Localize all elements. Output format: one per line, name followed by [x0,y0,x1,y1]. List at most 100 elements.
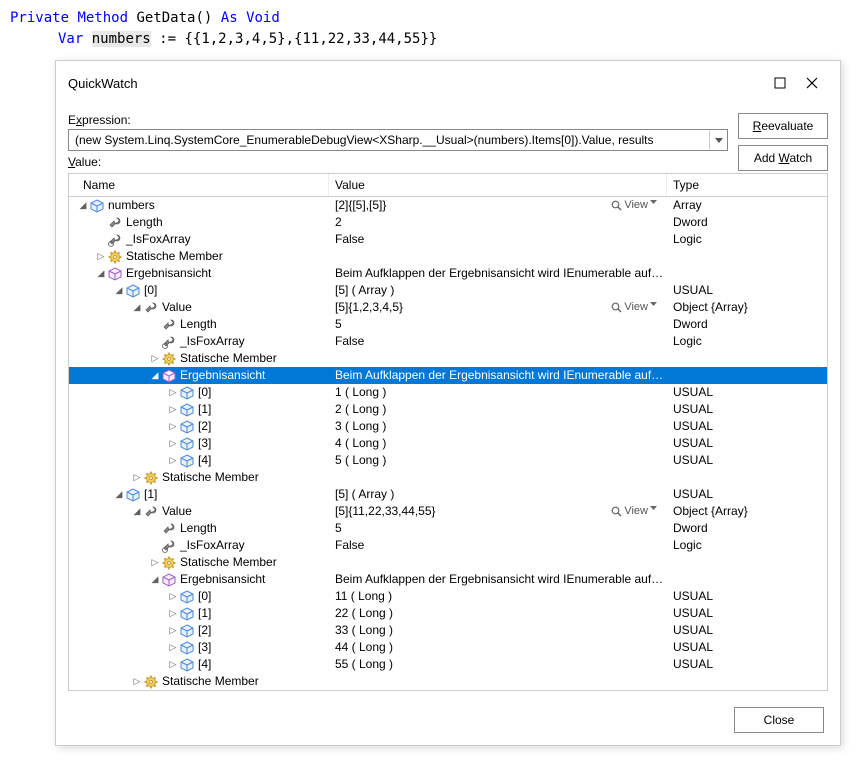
expander[interactable]: ▷ [167,591,179,603]
tree-row[interactable]: ◢Value[5]{1,2,3,4,5}View Object {Array} [69,299,827,316]
maximize-button[interactable] [764,69,796,97]
expander[interactable]: ▷ [131,676,143,688]
row-value: 1 ( Long ) [335,384,667,401]
column-type[interactable]: Type [667,174,827,196]
row-value: Beim Aufklappen der Ergebnisansicht wird… [335,367,667,384]
tree-row[interactable]: ▷ Statische Member [69,673,827,690]
tree-row[interactable]: ▷[2]33 ( Long )USUAL [69,622,827,639]
tree-row[interactable]: ◢ErgebnisansichtBeim Aufklappen der Erge… [69,367,827,384]
view-dropdown[interactable]: View [611,503,661,520]
row-type: Dword [667,316,827,333]
row-name: _IsFoxArray [180,537,245,554]
tree-row[interactable]: ▷[1]2 ( Long )USUAL [69,401,827,418]
tree-row[interactable]: ▷Length5Dword [69,316,827,333]
expression-input[interactable] [69,130,709,150]
expander[interactable]: ◢ [113,285,125,297]
cube-b-icon [179,606,195,622]
variable-name: numbers [92,31,151,47]
expression-combobox[interactable] [68,129,728,151]
tree-row[interactable]: ▷Length5Dword [69,520,827,537]
row-name: Length [180,520,217,537]
cube-p-icon [161,368,177,384]
row-name: [3] [198,639,211,656]
row-value: [5]{1,2,3,4,5} [335,299,611,316]
expander[interactable]: ◢ [149,574,161,586]
tree-row[interactable]: ▷[0]1 ( Long )USUAL [69,384,827,401]
tree-row[interactable]: ▷[4]55 ( Long )USUAL [69,656,827,673]
grid-header: Name Value Type [69,174,827,197]
expander[interactable]: ▷ [149,353,161,365]
tree-row[interactable]: ▷[0]11 ( Long )USUAL [69,588,827,605]
expander[interactable]: ▷ [167,387,179,399]
row-value: [2]{[5],[5]} [335,197,611,214]
expander[interactable]: ◢ [77,200,89,212]
gear-icon [143,470,159,486]
expander[interactable]: ◢ [131,302,143,314]
row-type: USUAL [667,401,827,418]
row-type: Dword [667,214,827,231]
tree-row[interactable]: ◢ErgebnisansichtBeim Aufklappen der Erge… [69,571,827,588]
row-type: USUAL [667,588,827,605]
view-dropdown[interactable]: View [611,197,661,214]
code-rest: := {{1,2,3,4,5},{11,22,33,44,55}} [151,31,438,47]
code-editor: Private Method GetData() As Void Var num… [0,0,861,58]
expander[interactable]: ◢ [131,506,143,518]
tree-row[interactable]: ▷Length2Dword [69,214,827,231]
cube-b-icon [179,402,195,418]
expander[interactable]: ▷ [149,557,161,569]
tree-row[interactable]: ▷Statische Member [69,554,827,571]
expander[interactable]: ◢ [113,489,125,501]
row-type: USUAL [667,452,827,469]
titlebar: QuickWatch [56,61,840,105]
tree-row[interactable]: ▷Statische Member [69,248,827,265]
tree-row[interactable]: ▷_IsFoxArrayFalseLogic [69,231,827,248]
row-value: [5]{11,22,33,44,55} [335,503,611,520]
expander[interactable]: ▷ [167,438,179,450]
tree-row[interactable]: ◢[1][5] ( Array )USUAL [69,486,827,503]
expander[interactable]: ▷ [167,421,179,433]
tree-row[interactable]: ▷[3]4 ( Long )USUAL [69,435,827,452]
row-name: [4] [198,452,211,469]
tree-row[interactable]: ▷_IsFoxArrayFalseLogic [69,537,827,554]
row-name: Statische Member [162,673,259,690]
expander[interactable]: ◢ [149,370,161,382]
expander[interactable]: ▷ [167,608,179,620]
row-value: [5] ( Array ) [335,282,667,299]
row-name: Statische Member [162,469,259,486]
tree-row[interactable]: ▷[3]44 ( Long )USUAL [69,639,827,656]
expander[interactable]: ▷ [167,625,179,637]
cube-b-icon [125,487,141,503]
row-type: Object {Array} [667,299,827,316]
expander[interactable]: ▷ [95,251,107,263]
row-value: 5 [335,520,667,537]
tree-row[interactable]: ▷Statische Member [69,350,827,367]
tree-row[interactable]: ◢numbers[2]{[5],[5]}View Array [69,197,827,214]
column-name[interactable]: Name [69,174,329,196]
tree-row[interactable]: ◢[0][5] ( Array )USUAL [69,282,827,299]
tree-row[interactable]: ▷[4]5 ( Long )USUAL [69,452,827,469]
add-watch-button[interactable]: Add Watch [738,145,828,171]
expander[interactable]: ▷ [167,404,179,416]
tree-row[interactable]: ◢Value[5]{11,22,33,44,55}View Object {Ar… [69,503,827,520]
expander[interactable]: ▷ [167,659,179,671]
row-name: Ergebnisansicht [126,265,211,282]
expander[interactable]: ▷ [167,642,179,654]
expander[interactable]: ◢ [95,268,107,280]
tree-row[interactable]: ▷[1]22 ( Long )USUAL [69,605,827,622]
reevaluate-button[interactable]: Reevaluate [738,113,828,139]
tree-row[interactable]: ◢ErgebnisansichtBeim Aufklappen der Erge… [69,265,827,282]
close-button[interactable] [796,69,828,97]
cube-b-icon [179,385,195,401]
expander[interactable]: ▷ [131,472,143,484]
cube-b-icon [179,657,195,673]
row-name: [0] [144,282,157,299]
column-value[interactable]: Value [329,174,667,196]
tree-row[interactable]: ▷_IsFoxArrayFalseLogic [69,333,827,350]
view-dropdown[interactable]: View [611,299,661,316]
row-name: Length [126,214,163,231]
expression-dropdown[interactable] [709,130,727,150]
tree-row[interactable]: ▷ Statische Member [69,469,827,486]
expander[interactable]: ▷ [167,455,179,467]
close-dialog-button[interactable]: Close [734,707,824,733]
tree-row[interactable]: ▷[2]3 ( Long )USUAL [69,418,827,435]
